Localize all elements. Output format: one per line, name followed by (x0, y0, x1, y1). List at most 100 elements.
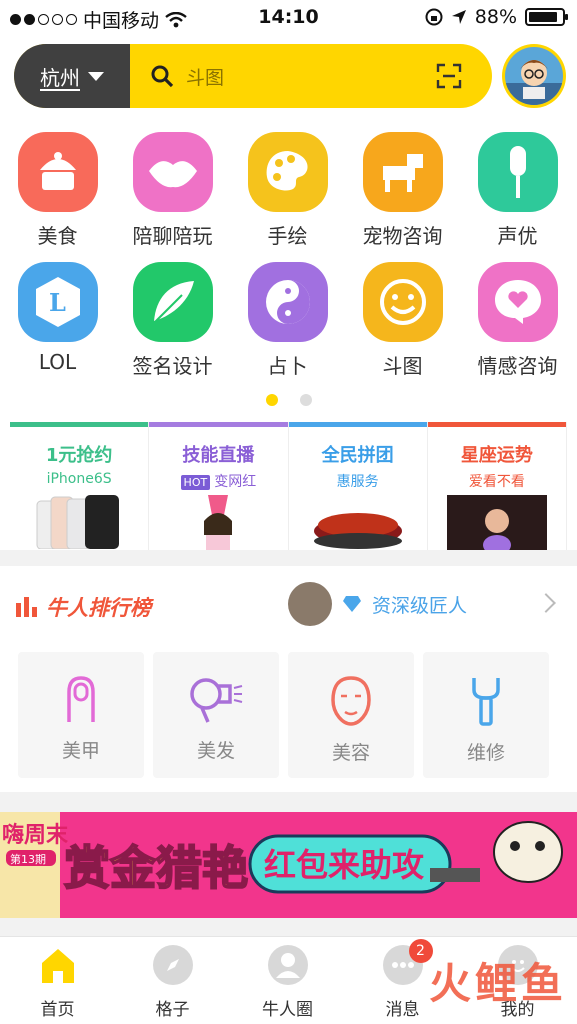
chevron-down-icon (88, 71, 104, 81)
skill-label: 维修 (466, 742, 505, 764)
banner-main: 赏金猎艳 (64, 841, 248, 895)
face-icon (329, 676, 373, 730)
promo-title: 星座运势 (460, 445, 533, 466)
page-indicator (0, 394, 577, 406)
message-icon: 2 (382, 939, 433, 985)
cartoon-avatar-icon (505, 60, 563, 105)
category-label: 美食 (37, 224, 78, 248)
category-label: 签名设计 (132, 354, 213, 378)
page-dot (299, 394, 312, 406)
city-selector[interactable]: 杭州 (14, 44, 130, 108)
category-label: 斗图 (382, 354, 423, 378)
status-bar: 中国移动 14:10 88% (0, 0, 577, 36)
tab-home[interactable]: 首页 (0, 945, 115, 1020)
category-item[interactable]: 声优 (460, 132, 575, 249)
category-item[interactable]: 占卜 (230, 262, 345, 379)
skill-row: 美甲 美发 美容 维修 (18, 652, 577, 780)
search-icon (151, 65, 174, 88)
home-icon (38, 945, 78, 985)
category-item[interactable]: 斗图 (345, 262, 460, 379)
location-icon (451, 10, 466, 24)
fortune-image (446, 495, 547, 550)
streamer-image (204, 495, 233, 550)
people-icon (267, 945, 308, 985)
category-item[interactable]: 美食 (0, 132, 115, 249)
category-label: 声优 (497, 224, 538, 248)
nail-icon (61, 676, 101, 728)
section-divider (0, 550, 577, 566)
skill-card[interactable]: 维修 (423, 652, 549, 778)
section-divider (0, 792, 577, 812)
tab-label: 首页 (40, 1000, 75, 1020)
search-bar: 杭州 斗图 (14, 44, 492, 108)
category-label: 情感咨询 (477, 354, 558, 378)
phone-image (36, 495, 120, 550)
page-dot-active (265, 394, 278, 406)
promo-card[interactable]: 技能直播 HOT 变网红 (149, 422, 289, 550)
palette-icon (247, 132, 328, 212)
promo-title: 1元抢约 (45, 445, 113, 466)
tab-label: 牛人圈 (262, 1000, 313, 1020)
category-item[interactable]: 宠物咨询 (345, 132, 460, 249)
rotation-lock-icon (425, 8, 443, 26)
chevron-right-icon (536, 593, 556, 613)
category-item[interactable]: 情感咨询 (460, 262, 575, 379)
category-item[interactable]: 陪聊陪玩 (115, 132, 230, 249)
battery-percent: 88% (474, 6, 517, 28)
skill-card[interactable]: 美甲 (18, 652, 144, 778)
battery-icon (525, 8, 568, 26)
promo-card[interactable]: 全民拼团 惠服务 (288, 422, 428, 550)
banner-pill: 红包来助攻 (264, 846, 425, 884)
bar-chart-icon (16, 597, 37, 617)
skill-label: 美发 (196, 740, 235, 762)
category-item[interactable]: 签名设计 (115, 262, 230, 379)
lips-icon (132, 132, 213, 212)
tab-people[interactable]: 牛人圈 (230, 945, 345, 1020)
feather-icon (132, 262, 213, 342)
banner-weekend: 嗨周末 (2, 822, 69, 848)
heart-chat-icon (477, 262, 558, 342)
compass-icon (152, 945, 193, 985)
promo-subtitle: iPhone6S (46, 471, 112, 487)
section-divider (0, 918, 577, 936)
promo-subtitle: 爱看不看 (468, 474, 525, 490)
avatar[interactable] (502, 44, 566, 108)
diamond-icon (343, 596, 361, 612)
svg-text:L: L (49, 288, 66, 317)
promo-title: 技能直播 (182, 445, 255, 466)
wrench-icon (466, 678, 506, 730)
city-label: 杭州 (40, 65, 80, 90)
promo-subtitle: 惠服务 (336, 474, 379, 490)
skill-card[interactable]: 美容 (288, 652, 414, 778)
watermark-logo: 火鲤鱼 (428, 959, 567, 1008)
tab-compass[interactable]: 格子 (115, 945, 230, 1020)
promo-title: 全民拼团 (321, 445, 394, 466)
dog-icon (362, 132, 443, 212)
smiley-icon (362, 262, 443, 342)
ranking-header[interactable]: 牛人排行榜 资深级匠人 (0, 566, 577, 644)
category-label: 占卜 (267, 354, 308, 378)
lol-icon: L (17, 262, 98, 342)
category-label: 手绘 (267, 224, 308, 248)
category-label: 宠物咨询 (362, 224, 443, 248)
skill-card[interactable]: 美发 (153, 652, 279, 778)
category-item[interactable]: 手绘 (230, 132, 345, 249)
promo-card[interactable]: 1元抢约 iPhone6S (10, 422, 150, 550)
promo-card[interactable]: 星座运势 爱看不看 (427, 422, 567, 550)
ranking-title: 牛人排行榜 (46, 596, 151, 620)
tab-label: 格子 (155, 1000, 190, 1020)
category-label: LOL (38, 350, 77, 374)
skill-label: 美甲 (61, 740, 100, 762)
promo-banner[interactable]: 嗨周末 第13期 赏金猎艳 红包来助攻 (0, 812, 577, 918)
hairdryer-icon (188, 678, 244, 728)
category-item[interactable]: L LOL (0, 262, 115, 374)
skill-label: 美容 (331, 742, 370, 764)
scan-icon[interactable] (436, 63, 462, 89)
cake-icon (17, 132, 98, 212)
promo-row: 1元抢约 iPhone6S 技能直播 HOT 变网红 全民拼团 惠服务 星座运势 爱看不看 (10, 422, 567, 550)
category-label: 陪聊陪玩 (132, 224, 213, 248)
promo-subtitle: 变网红 (214, 474, 257, 490)
food-image (313, 513, 402, 549)
search-placeholder: 斗图 (186, 66, 225, 89)
yinyang-icon (247, 262, 328, 342)
